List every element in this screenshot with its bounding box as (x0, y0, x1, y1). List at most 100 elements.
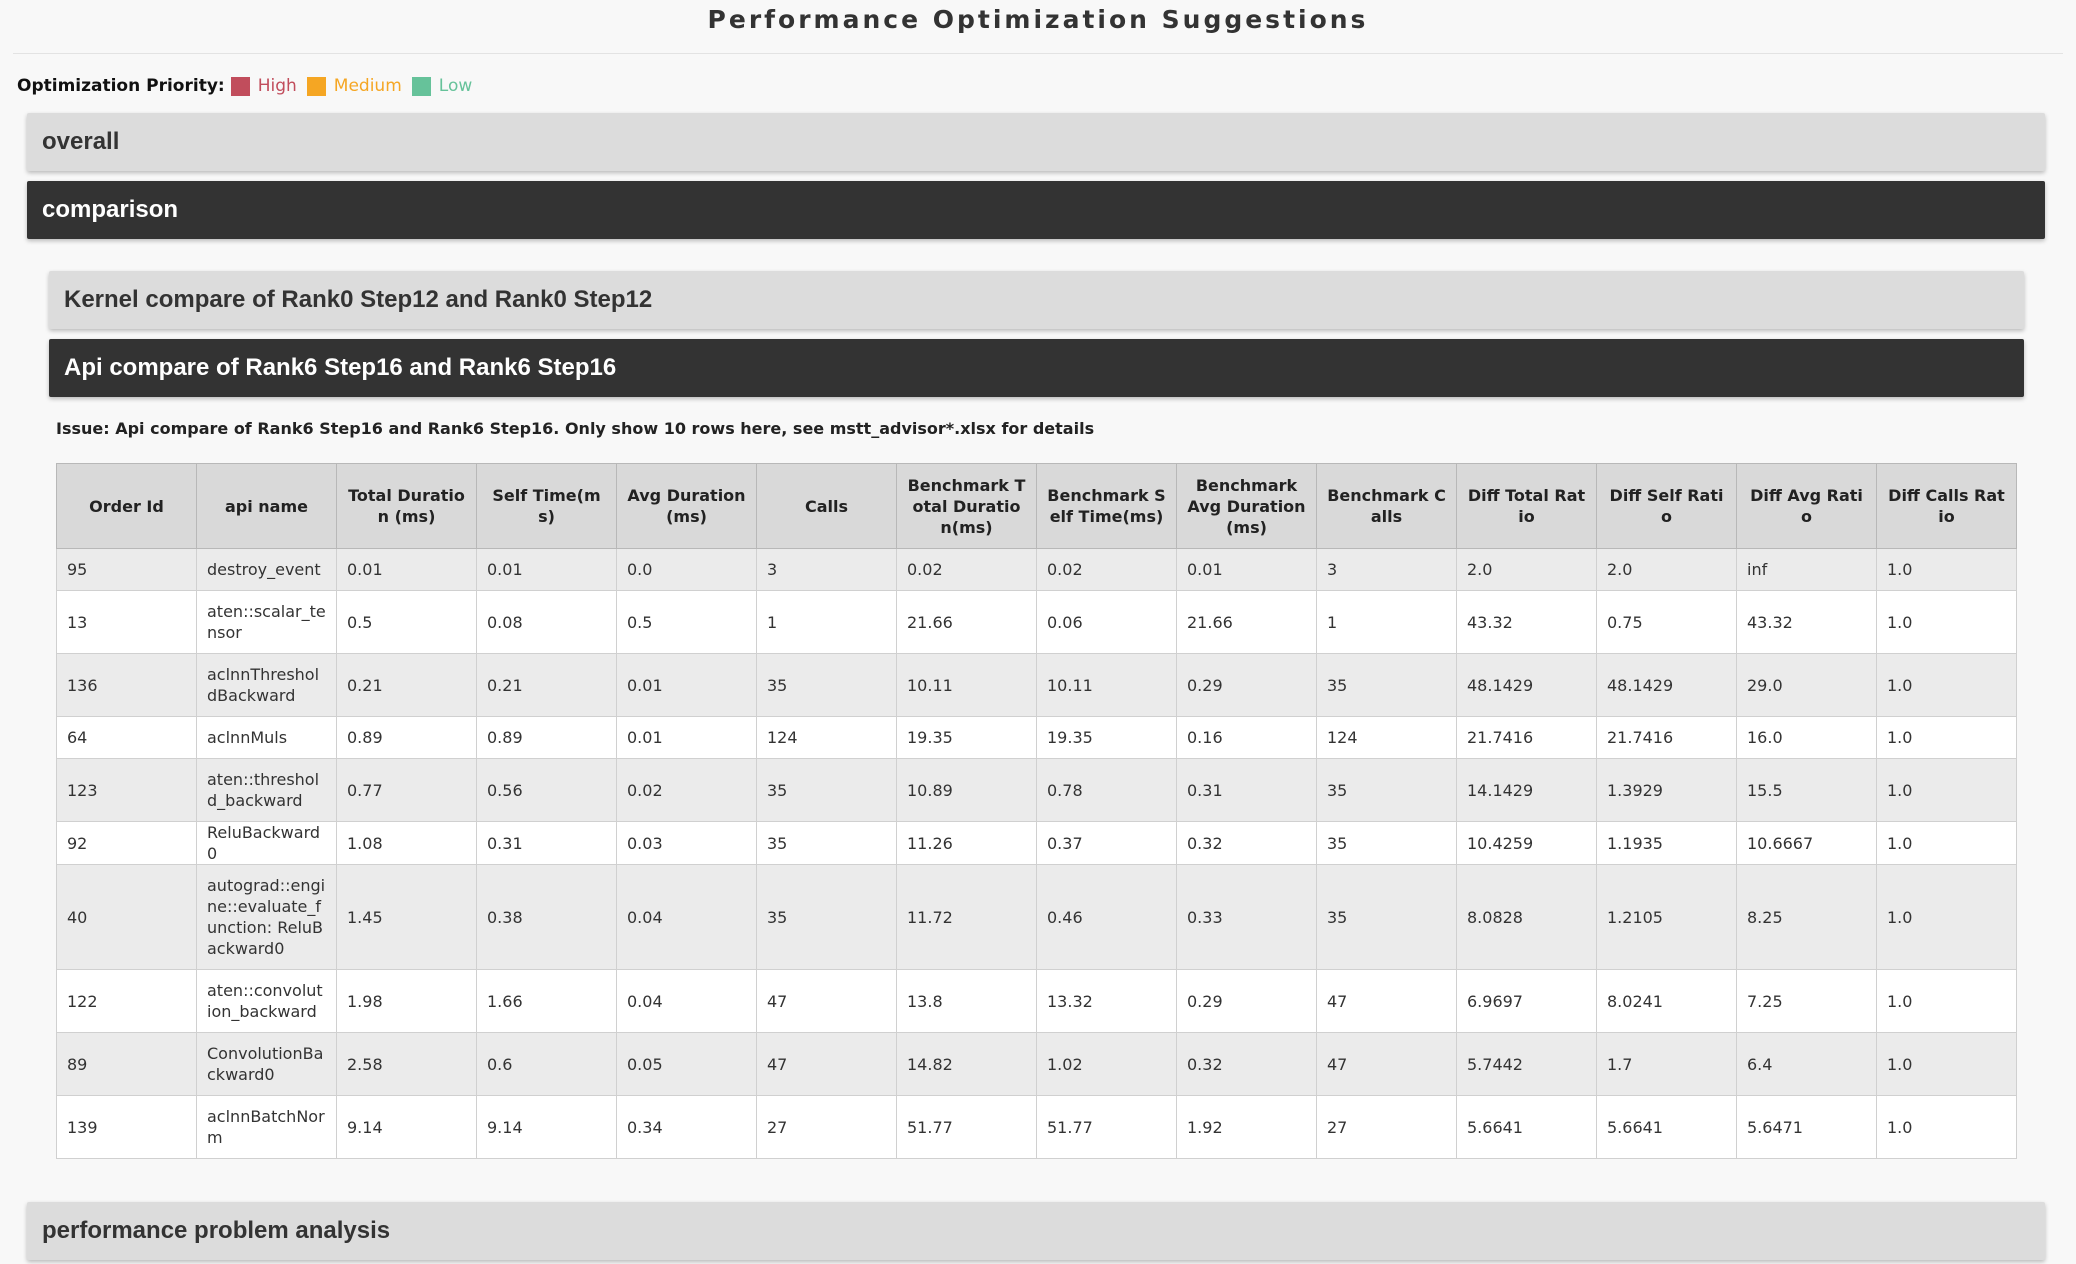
priority-label: Optimization Priority: (17, 76, 225, 96)
table-cell: 0.37 (1036, 821, 1177, 865)
performance-analysis-header[interactable]: performance problem analysis (27, 1202, 2045, 1260)
table-cell: 35 (756, 758, 897, 822)
table-cell: 35 (756, 821, 897, 865)
table-cell: 136 (56, 653, 197, 717)
table-cell: 10.4259 (1456, 821, 1597, 865)
table-cell: 0.0 (616, 548, 757, 591)
table-cell: aten::threshold_backward (196, 758, 337, 822)
table-cell: 0.01 (616, 653, 757, 717)
table-cell: aten::convolution_backward (196, 969, 337, 1033)
table-row: 40 autograd::engine::evaluate_function: R… (56, 864, 2017, 970)
table-cell: 0.29 (1176, 969, 1317, 1033)
table-row: 139 aclnnBatchNorm 9.14 9.14 0.34 27 51.77 51.7… (56, 1095, 2017, 1159)
table-cell: 0.29 (1176, 653, 1317, 717)
table-cell: 21.66 (896, 590, 1037, 654)
table-cell: 15.5 (1736, 758, 1877, 822)
table-cell: 6.4 (1736, 1032, 1877, 1096)
table-cell: 5.7442 (1456, 1032, 1597, 1096)
table-cell: aclnnThresholdBackward (196, 653, 337, 717)
table-cell: 35 (756, 864, 897, 970)
table-cell: ReluBackward0 (196, 821, 337, 865)
table-cell: 0.6 (476, 1032, 617, 1096)
column-header: Benchmark Avg Duration(ms) (1176, 463, 1317, 549)
table-cell: 0.32 (1176, 1032, 1317, 1096)
overall-section-header[interactable]: overall (27, 113, 2045, 171)
table-cell: destroy_event (196, 548, 337, 591)
table-cell: 1.0 (1876, 653, 2017, 717)
table-cell: 124 (1316, 716, 1457, 759)
table-cell: 13.32 (1036, 969, 1177, 1033)
table-cell: 51.77 (896, 1095, 1037, 1159)
column-header: Diff Total Ratio (1456, 463, 1597, 549)
table-cell: 0.02 (896, 548, 1037, 591)
title-divider (13, 53, 2063, 54)
table-cell: 0.21 (336, 653, 477, 717)
table-cell: 123 (56, 758, 197, 822)
table-row: 136 aclnnThresholdBackward 0.21 0.21 0.01 35 1… (56, 653, 2017, 717)
table-cell: 0.77 (336, 758, 477, 822)
table-cell: 0.78 (1036, 758, 1177, 822)
table-cell: 9.14 (336, 1095, 477, 1159)
table-cell: 0.08 (476, 590, 617, 654)
table-cell: 2.0 (1456, 548, 1597, 591)
table-row: 122 aten::convolution_backward 1.98 1.66 0.0… (56, 969, 2017, 1033)
table-cell: 0.16 (1176, 716, 1317, 759)
table-cell: 89 (56, 1032, 197, 1096)
table-cell: 21.66 (1176, 590, 1317, 654)
table-cell: 5.6641 (1596, 1095, 1737, 1159)
table-cell: 14.82 (896, 1032, 1037, 1096)
table-cell: 0.31 (476, 821, 617, 865)
table-cell: 1.0 (1876, 716, 2017, 759)
table-cell: 0.06 (1036, 590, 1177, 654)
table-cell: 124 (756, 716, 897, 759)
table-cell: 5.6641 (1456, 1095, 1597, 1159)
table-cell: 13 (56, 590, 197, 654)
table-cell: 0.02 (616, 758, 757, 822)
table-cell: 0.32 (1176, 821, 1317, 865)
table-cell: 35 (1316, 864, 1457, 970)
table-cell: 2.58 (336, 1032, 477, 1096)
table-cell: 0.75 (1596, 590, 1737, 654)
table-cell: 27 (1316, 1095, 1457, 1159)
table-cell: 1.7 (1596, 1032, 1737, 1096)
table-cell: 92 (56, 821, 197, 865)
table-cell: 1.92 (1176, 1095, 1317, 1159)
table-cell: 43.32 (1456, 590, 1597, 654)
table-cell: 0.04 (616, 969, 757, 1033)
table-cell: 10.11 (896, 653, 1037, 717)
table-cell: 1.0 (1876, 590, 2017, 654)
table-cell: 47 (756, 969, 897, 1033)
table-cell: 43.32 (1736, 590, 1877, 654)
table-cell: 64 (56, 716, 197, 759)
table-cell: 27 (756, 1095, 897, 1159)
kernel-compare-header[interactable]: Kernel compare of Rank0 Step12 and Rank0… (49, 271, 2024, 329)
priority-high-swatch (230, 76, 250, 96)
table-cell: 47 (1316, 1032, 1457, 1096)
column-header: Total Duration (ms) (336, 463, 477, 549)
table-cell: 3 (1316, 548, 1457, 591)
table-cell: 1.2105 (1596, 864, 1737, 970)
table-cell: 48.1429 (1456, 653, 1597, 717)
table-cell: 35 (1316, 653, 1457, 717)
table-cell: 0.56 (476, 758, 617, 822)
api-compare-header[interactable]: Api compare of Rank6 Step16 and Rank6 St… (49, 339, 2024, 397)
table-cell: 21.7416 (1456, 716, 1597, 759)
column-header: Benchmark Calls (1316, 463, 1457, 549)
table-cell: 0.05 (616, 1032, 757, 1096)
table-cell: 13.8 (896, 969, 1037, 1033)
column-header: Self Time(ms) (476, 463, 617, 549)
table-cell: 1.08 (336, 821, 477, 865)
column-header: Diff Self Ratio (1596, 463, 1737, 549)
table-row: 64 aclnnMuls 0.89 0.89 0.01 124 19.35 19.35 0.16… (56, 716, 2017, 759)
table-cell: 47 (1316, 969, 1457, 1033)
table-cell: 19.35 (896, 716, 1037, 759)
table-cell: 35 (756, 653, 897, 717)
priority-legend: Optimization Priority: High Medium Low (17, 76, 482, 96)
column-header: Benchmark Total Duration(ms) (896, 463, 1037, 549)
table-cell: 1.0 (1876, 864, 2017, 970)
table-cell: ConvolutionBackward0 (196, 1032, 337, 1096)
comparison-section-header[interactable]: comparison (27, 181, 2045, 239)
table-cell: 6.9697 (1456, 969, 1597, 1033)
column-header: Order Id (56, 463, 197, 549)
table-cell: 0.01 (336, 548, 477, 591)
